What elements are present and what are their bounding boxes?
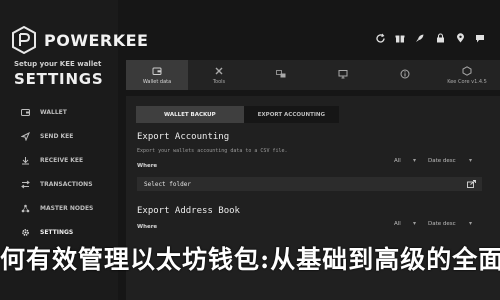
rocket-icon[interactable] [414,32,426,44]
receive-icon [20,155,30,165]
chevron-down-icon: ▾ [412,220,416,227]
filter-select-value: All [394,157,401,164]
info-icon [400,69,410,78]
sidebar-item-label: MASTER NODES [40,204,94,212]
tab-tools[interactable]: Tools [188,60,250,90]
core-icon [462,65,472,76]
wallet-data-icon [152,67,162,75]
tools-icon [215,67,223,74]
settings-tabbar: Wallet data Tools Kee Core v1.4.5 [126,60,500,90]
chat-icon[interactable] [474,32,486,44]
transactions-icon [20,179,30,189]
filter-select-value: All [394,220,401,227]
sidebar-item-label: RECEIVE KEE [40,156,84,164]
select-folder-value: Select folder [144,180,191,188]
filter-select[interactable]: All ▾ [394,220,416,227]
tagline: Setup your KEE wallet [14,60,102,68]
export-accounting-description: Export your wallets accounting data to a… [137,148,288,154]
chevron-down-icon: ▾ [468,157,472,164]
sort-select[interactable]: Date desc ▾ [428,157,472,164]
sort-select-value: Date desc [428,157,456,164]
lock-icon[interactable] [434,32,446,44]
powerkee-logo-icon [12,26,36,54]
tab-label: Kee Core v1.4.5 [447,78,487,85]
export-address-book-title: Export Address Book [137,206,240,216]
refresh-icon[interactable] [374,32,386,44]
utility-toolbar [374,32,486,44]
subtabs: WALLET BACKUP EXPORT ACCOUNTING [136,106,340,123]
gear-icon [20,227,30,237]
sidebar-item-receive-kee[interactable]: RECEIVE KEE [0,148,118,172]
select-folder-field[interactable]: Select folder [137,177,482,191]
tab-label: Wallet data [142,78,172,85]
where-label: Where [137,224,158,230]
tab-display[interactable] [312,60,374,90]
send-icon [20,131,30,141]
sidebar-nav: WALLET SEND KEE RECEIVE KEE TRANSACTIONS… [0,100,118,244]
sort-select[interactable]: Date desc ▾ [428,220,472,227]
tab-wallet-data[interactable]: Wallet data [126,60,188,90]
wallet-icon [20,107,30,117]
filter-select[interactable]: All ▾ [394,157,416,164]
sidebar-item-label: WALLET [40,108,67,116]
sidebar-item-label: SETTINGS [40,228,74,236]
page-title: SETTINGS [14,70,104,88]
where-label: Where [137,163,158,169]
tab-language[interactable] [250,60,312,90]
subtab-export-accounting[interactable]: EXPORT ACCOUNTING [243,106,340,123]
overlay-banner-text: 何有效管理以太坊钱包:从基础到高级的全面指 [0,245,500,274]
sidebar-item-send-kee[interactable]: SEND KEE [0,124,118,148]
subtab-wallet-backup[interactable]: WALLET BACKUP [136,106,244,123]
nodes-icon [20,203,30,213]
display-icon [338,69,348,78]
tab-kee-core[interactable]: Kee Core v1.4.5 [436,60,498,90]
logo: POWERKEE [12,26,148,54]
brand-name: POWERKEE [44,30,149,50]
gift-icon[interactable] [394,32,406,44]
tab-label: Tools [212,78,226,85]
sidebar-item-label: SEND KEE [40,132,74,140]
sidebar-item-label: TRANSACTIONS [40,180,93,188]
pin-icon[interactable] [454,32,466,44]
sidebar-item-wallet[interactable]: WALLET [0,100,118,124]
export-icon[interactable] [467,180,476,188]
sidebar-item-master-nodes[interactable]: MASTER NODES [0,196,118,220]
chevron-down-icon: ▾ [468,220,472,227]
chevron-down-icon: ▾ [412,157,416,164]
export-accounting-title: Export Accounting [137,132,230,142]
sort-select-value: Date desc [428,220,456,227]
sidebar-item-transactions[interactable]: TRANSACTIONS [0,172,118,196]
language-icon [276,69,286,77]
tab-info[interactable] [374,60,436,90]
